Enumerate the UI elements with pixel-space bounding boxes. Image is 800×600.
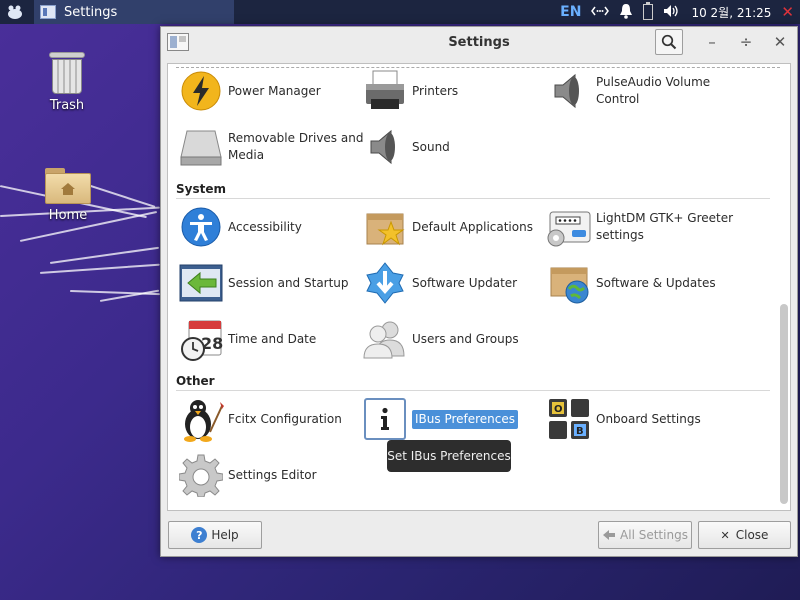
taskbar-button-settings[interactable]: Settings: [34, 0, 234, 24]
software-updater-icon: [362, 260, 408, 306]
settings-item-software-updates[interactable]: Software & Updates: [546, 260, 746, 306]
settings-item-fcitx[interactable]: Fcitx Configuration: [178, 396, 362, 442]
help-button-label: Help: [211, 528, 239, 542]
settings-item-session-startup[interactable]: Session and Startup: [178, 260, 362, 306]
volume-icon[interactable]: [663, 4, 681, 21]
time-date-icon: 28: [178, 316, 224, 362]
svg-text:O: O: [554, 404, 563, 415]
lightdm-greeter-icon: [546, 204, 592, 250]
clock[interactable]: 10 2월, 21:25: [691, 4, 771, 21]
help-button[interactable]: ? Help: [168, 521, 262, 549]
accessibility-icon: [178, 204, 224, 250]
settings-item-label: Settings Editor: [228, 467, 317, 482]
settings-item-label: Default Applications: [412, 219, 533, 234]
close-button[interactable]: ✕ Close: [698, 521, 791, 549]
settings-item-software-updater[interactable]: Software Updater: [362, 260, 546, 306]
settings-item-label: LightDM GTK+ Greeter settings: [596, 211, 734, 242]
settings-item-ibus-preferences[interactable]: IBus Preferences: [362, 396, 546, 442]
help-icon: ?: [191, 527, 208, 543]
settings-item-time-date[interactable]: 28 Time and Date: [178, 316, 362, 362]
software-updates-icon: [546, 260, 592, 306]
settings-window-icon: [40, 5, 56, 19]
maximize-button[interactable]: ÷: [729, 33, 763, 51]
wallpaper-streak: [49, 246, 160, 264]
desktop-icon-label: Trash: [49, 98, 85, 113]
settings-item-removable-drives[interactable]: Removable Drives and Media: [178, 124, 368, 170]
onboard-keyboard-icon: OB: [546, 396, 592, 442]
removable-drive-icon: [178, 124, 224, 170]
settings-item-label: Power Manager: [228, 83, 321, 98]
settings-item-sound[interactable]: Sound: [362, 124, 546, 170]
ibus-info-icon: [362, 396, 408, 442]
xubuntu-mouse-icon: [8, 5, 22, 19]
settings-item-users-groups[interactable]: Users and Groups: [362, 316, 546, 362]
tooltip: Set IBus Preferences: [387, 440, 511, 472]
settings-item-printers[interactable]: Printers: [362, 68, 546, 114]
sound-icon: [362, 124, 408, 170]
keyboard-layout-indicator[interactable]: EN: [560, 4, 581, 20]
settings-item-label: Session and Startup: [228, 275, 349, 290]
network-icon[interactable]: [591, 5, 610, 20]
settings-item-label: Users and Groups: [412, 331, 519, 346]
all-settings-button-label: All Settings: [620, 528, 688, 542]
trash-icon: [49, 52, 85, 94]
fcitx-penguin-icon: [178, 396, 224, 442]
minimize-button[interactable]: –: [695, 33, 729, 51]
close-icon: ✕: [720, 528, 730, 542]
users-groups-icon: [362, 316, 408, 362]
settings-item-label-selected: IBus Preferences: [412, 409, 519, 429]
close-button-label: Close: [735, 528, 769, 542]
window-titlebar[interactable]: Settings – ÷ ✕: [161, 27, 797, 57]
settings-item-label: Printers: [412, 83, 459, 98]
settings-item-label: Onboard Settings: [596, 411, 701, 426]
close-window-button[interactable]: ✕: [763, 33, 797, 51]
scrollbar-thumb[interactable]: [780, 304, 788, 504]
settings-item-accessibility[interactable]: Accessibility: [178, 204, 362, 250]
desktop-icon-label: Home: [48, 208, 88, 223]
section-title-system: System: [176, 182, 226, 196]
section-title-other: Other: [176, 374, 215, 388]
settings-item-label: Time and Date: [228, 331, 317, 346]
battery-icon[interactable]: [643, 2, 654, 20]
settings-item-label: Fcitx Configuration: [228, 411, 342, 426]
settings-item-onboard[interactable]: OB Onboard Settings: [546, 396, 746, 442]
settings-item-label: Software & Updates: [596, 275, 716, 290]
printer-icon: [362, 68, 408, 114]
speaker-icon: [546, 68, 592, 114]
top-panel: Settings EN 10 2월, 21:25 ✕: [0, 0, 800, 24]
panel-tray: EN 10 2월, 21:25 ✕: [560, 0, 800, 24]
home-folder-icon: [45, 166, 91, 204]
search-button[interactable]: [655, 29, 683, 55]
settings-item-pulseaudio[interactable]: PulseAudio Volume Control: [546, 68, 746, 114]
settings-editor-gear-icon: [178, 452, 224, 498]
settings-window: Settings – ÷ ✕ Power Manager Printers Pu…: [160, 26, 798, 557]
whisker-menu-button[interactable]: [0, 0, 30, 24]
desktop-icon-trash[interactable]: Trash: [27, 52, 107, 113]
settings-item-label: Sound: [412, 139, 450, 154]
svg-text:B: B: [576, 426, 584, 437]
action-buttons-icon[interactable]: ✕: [781, 3, 794, 21]
settings-item-power-manager[interactable]: Power Manager: [178, 68, 362, 114]
settings-item-default-applications[interactable]: Default Applications: [362, 204, 546, 250]
all-settings-button[interactable]: All Settings: [598, 521, 692, 549]
default-applications-icon: [362, 204, 408, 250]
search-icon: [661, 34, 677, 50]
settings-item-label: Removable Drives and Media: [228, 131, 364, 162]
taskbar-button-label: Settings: [64, 4, 118, 20]
settings-item-settings-editor[interactable]: Settings Editor: [178, 452, 362, 498]
notification-bell-icon[interactable]: [619, 3, 633, 22]
window-footer: ? Help All Settings ✕ Close: [167, 521, 791, 551]
session-startup-icon: [178, 260, 224, 306]
settings-app-icon: [167, 33, 189, 51]
back-arrow-icon: [603, 530, 616, 540]
desktop-icon-home[interactable]: Home: [28, 166, 108, 223]
settings-item-lightdm[interactable]: LightDM GTK+ Greeter settings: [546, 204, 746, 250]
power-manager-icon: [178, 68, 224, 114]
settings-item-label: Software Updater: [412, 275, 518, 290]
wallpaper-streak: [39, 263, 160, 274]
section-divider: [176, 198, 770, 199]
settings-item-label: Accessibility: [228, 219, 302, 234]
settings-item-label: PulseAudio Volume Control: [596, 75, 711, 106]
section-divider: [176, 390, 770, 391]
